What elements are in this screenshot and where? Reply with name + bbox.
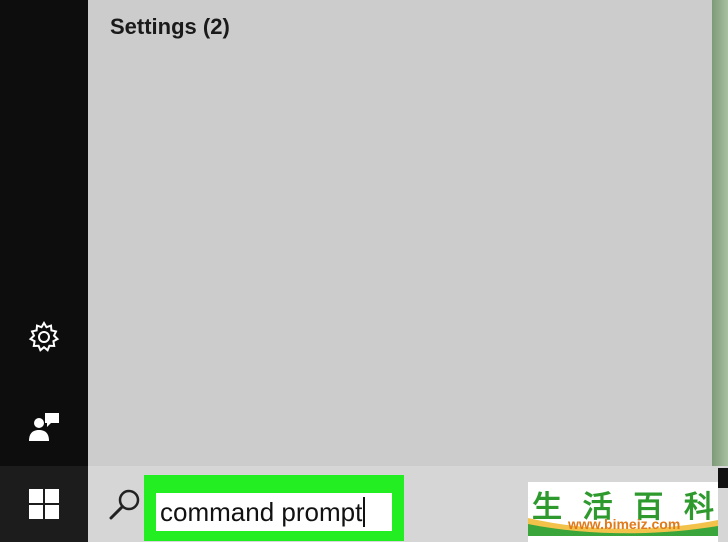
settings-button[interactable]	[0, 309, 88, 365]
watermark-url: www.bimeiz.com	[568, 516, 681, 532]
search-box-highlight: command prompt	[144, 475, 404, 541]
start-button[interactable]	[0, 466, 88, 542]
start-menu-sidebar	[0, 0, 88, 466]
text-caret	[363, 497, 366, 527]
taskbar: command prompt 生 活 百 科 www.bimeiz.com	[0, 466, 728, 542]
search-button[interactable]	[104, 486, 144, 526]
gear-icon	[28, 321, 60, 352]
windows-logo-icon	[29, 489, 59, 519]
taskbar-edge	[718, 468, 728, 488]
desktop-edge	[712, 0, 728, 466]
results-category-heading: Settings (2)	[110, 14, 230, 39]
search-icon	[109, 489, 140, 520]
feedback-button[interactable]	[0, 398, 88, 454]
watermark-logo: 生 活 百 科 www.bimeiz.com	[528, 482, 718, 542]
search-results-panel: Settings (2)	[88, 0, 712, 466]
feedback-icon	[29, 413, 59, 441]
search-input-value: command prompt	[160, 496, 363, 527]
search-input[interactable]: command prompt	[156, 493, 392, 531]
